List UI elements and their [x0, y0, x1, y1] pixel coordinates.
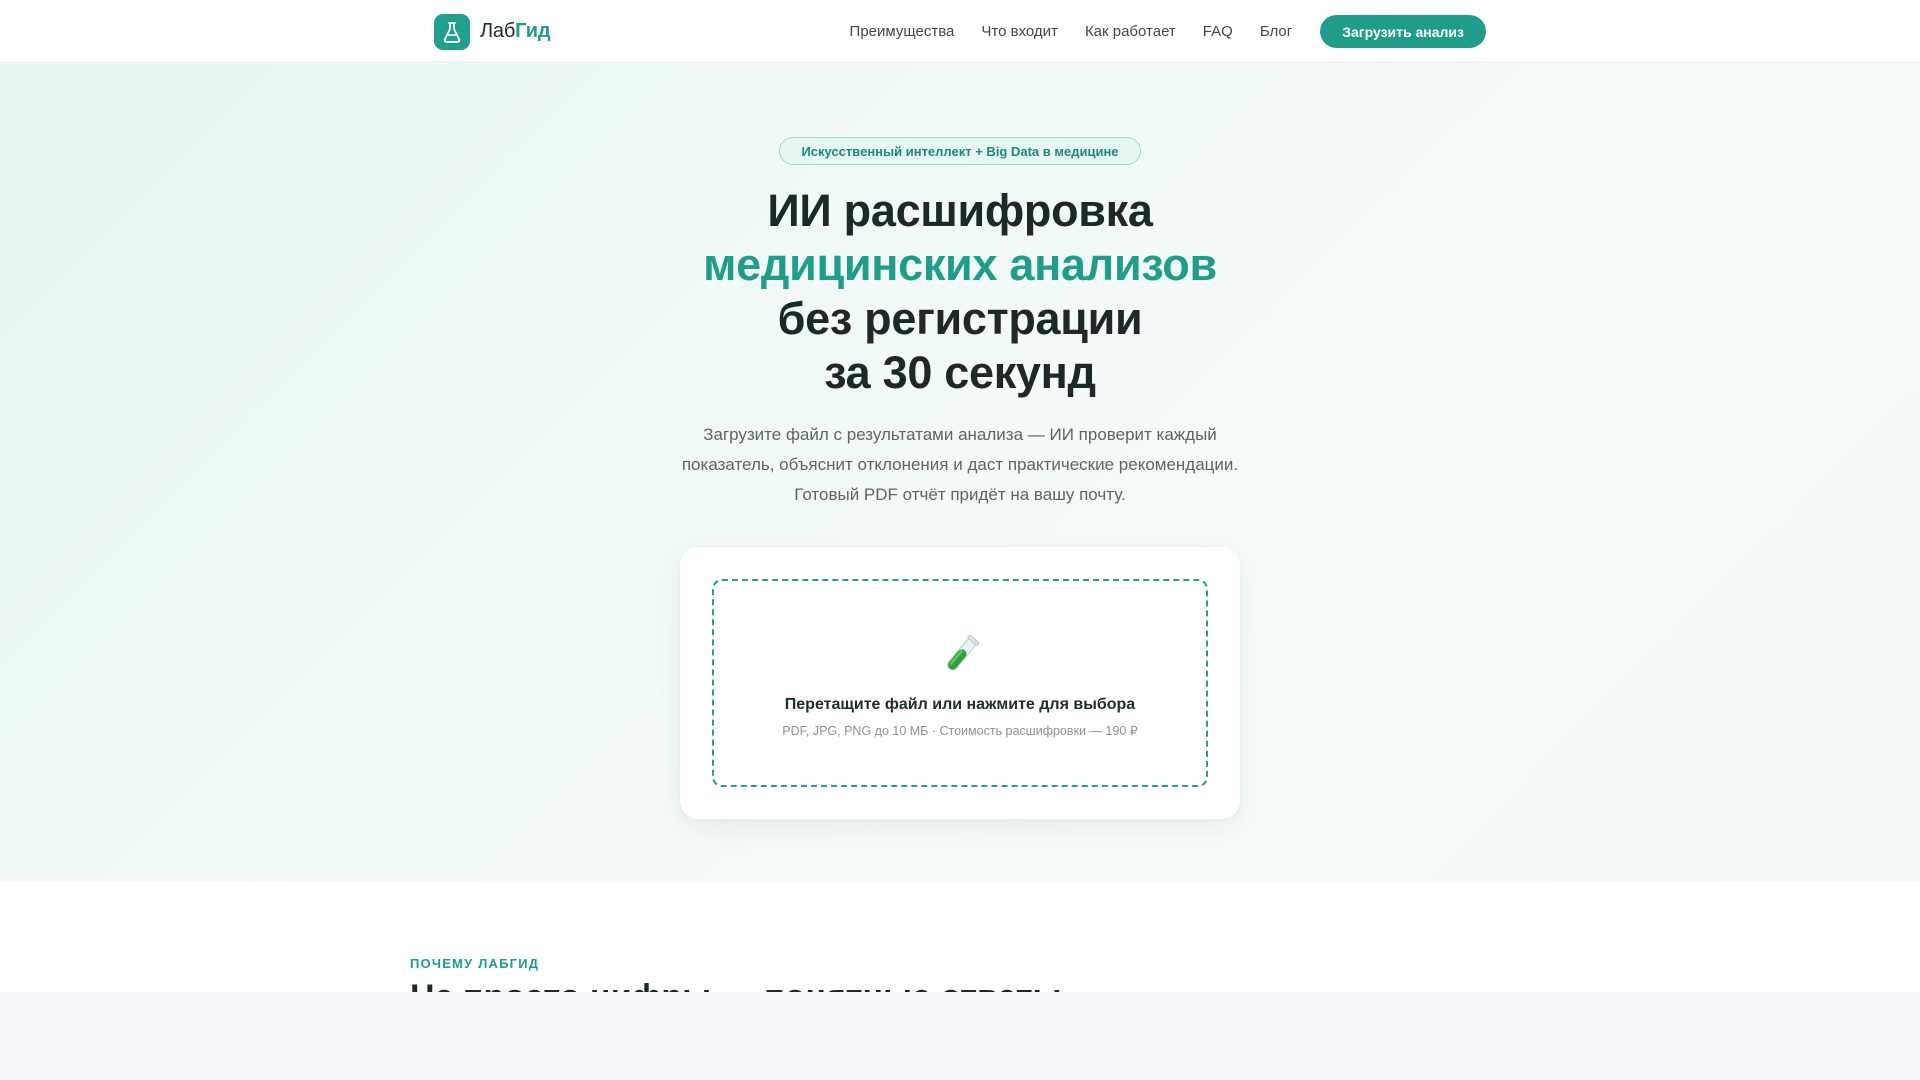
- nav-link-advantages[interactable]: Преимущества: [850, 23, 955, 40]
- page-bottom-band: [0, 992, 1920, 1080]
- dropzone-hint: PDF, JPG, PNG до 10 МБ · Стоимость расши…: [782, 724, 1138, 738]
- hero-section: Искусственный интеллект + Big Data в мед…: [0, 64, 1920, 882]
- why-section: ПОЧЕМУ ЛАБГИД Не просто цифры — понятные…: [0, 882, 1920, 992]
- nav-link-faq[interactable]: FAQ: [1203, 23, 1233, 40]
- nav-link-blog[interactable]: Блог: [1260, 23, 1292, 40]
- hero-subtitle-line2: показатель, объяснит отклонения и даст п…: [681, 455, 1239, 474]
- nav-link-how-it-works[interactable]: Как работает: [1085, 23, 1176, 40]
- section-eyebrow: ПОЧЕМУ ЛАБГИД: [410, 956, 540, 971]
- hero-subtitle-line3: Готовый PDF отчёт придёт на вашу почту.: [794, 485, 1126, 504]
- hero-subtitle: Загрузите файл с результатами анализа — …: [620, 420, 1300, 510]
- site-header: ЛабГид Преимущества Что входит Как работ…: [0, 0, 1920, 63]
- brand-name-part1: Лаб: [480, 20, 516, 42]
- section-title: Не просто цифры — понятные ответы: [410, 978, 1062, 992]
- hero-subtitle-line1: Загрузите файл с результатами анализа — …: [703, 425, 1217, 444]
- dropzone-title: Перетащите файл или нажмите для выбора: [784, 696, 1136, 713]
- hero-title-line4: за 30 секунд: [824, 347, 1096, 398]
- nav-link-whats-included[interactable]: Что входит: [981, 23, 1058, 40]
- upload-analysis-button[interactable]: Загрузить анализ: [1320, 15, 1486, 48]
- brand-logo[interactable]: ЛабГид: [434, 13, 551, 50]
- header-inner: ЛабГид Преимущества Что входит Как работ…: [434, 0, 1486, 63]
- hero-title-line2: медицинских анализов: [703, 239, 1217, 290]
- flask-icon: [434, 13, 470, 50]
- hero-badge: Искусственный интеллект + Big Data в мед…: [779, 137, 1141, 165]
- hero-title-line3: без регистрации: [777, 293, 1143, 344]
- brand-name: ЛабГид: [480, 20, 551, 43]
- upload-card: Перетащите файл или нажмите для выбора P…: [680, 547, 1240, 819]
- test-tube-icon: [947, 634, 980, 671]
- brand-name-part2: Гид: [515, 20, 551, 42]
- hero-title-line1: ИИ расшифровка: [767, 185, 1153, 236]
- file-dropzone[interactable]: Перетащите файл или нажмите для выбора P…: [712, 579, 1208, 787]
- hero-title: ИИ расшифровка медицинских анализов без …: [560, 184, 1360, 400]
- main-nav: Преимущества Что входит Как работает FAQ…: [850, 15, 1486, 48]
